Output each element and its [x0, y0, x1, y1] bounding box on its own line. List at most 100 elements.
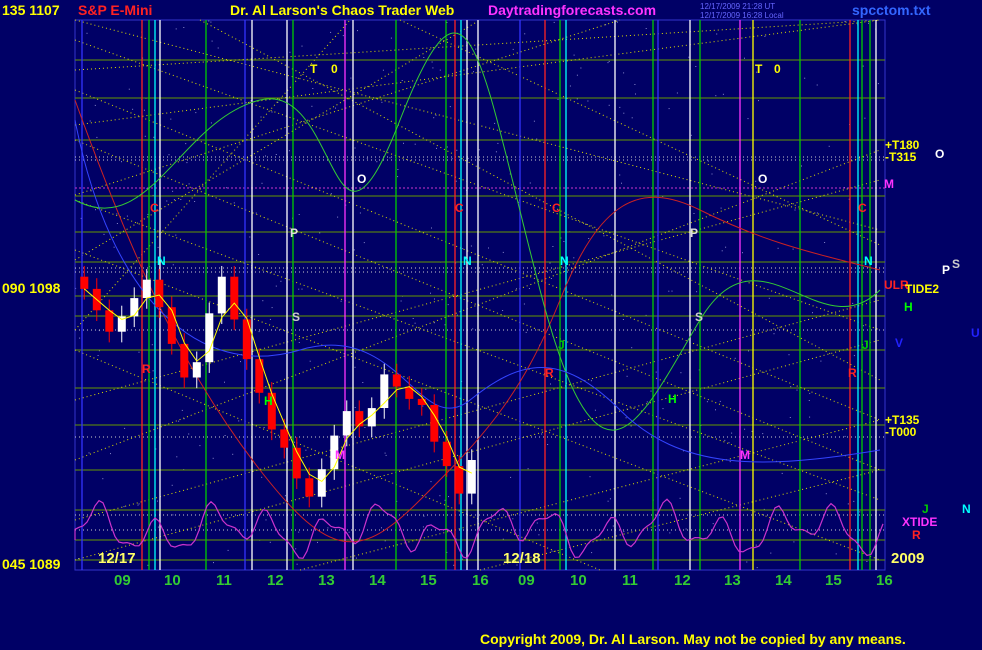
star	[812, 312, 813, 314]
x-tick-label: 11	[622, 572, 638, 589]
star	[280, 280, 282, 282]
star	[340, 300, 342, 302]
star	[563, 241, 565, 242]
star	[622, 319, 624, 320]
star	[275, 285, 277, 287]
timestamp: 12/17/2009 21:28 UT 12/17/2009 16:28 Loc…	[700, 2, 784, 20]
candle-body	[130, 298, 139, 317]
star	[262, 300, 264, 302]
candle-body	[467, 460, 476, 494]
star	[439, 69, 441, 71]
planet-mark: O	[357, 172, 367, 186]
star	[835, 553, 837, 555]
star	[695, 66, 697, 67]
star	[573, 257, 575, 259]
planet-mark: N	[157, 254, 166, 268]
star	[625, 417, 627, 419]
star	[176, 456, 178, 458]
star	[553, 21, 555, 23]
star	[188, 433, 190, 435]
star	[350, 77, 352, 79]
left-price-label: 135 1107	[2, 2, 60, 18]
star	[157, 526, 159, 528]
star	[425, 388, 427, 390]
planet-mark: C	[552, 201, 561, 215]
star	[809, 392, 811, 394]
star	[569, 85, 571, 87]
star	[617, 21, 618, 23]
star	[551, 550, 553, 552]
star	[298, 342, 300, 343]
star	[758, 100, 759, 102]
star	[547, 444, 549, 445]
instrument-label: S&P E-Mini	[78, 2, 153, 18]
star	[824, 242, 826, 243]
star	[719, 400, 721, 402]
star	[777, 247, 779, 249]
star	[157, 246, 159, 248]
star	[646, 401, 648, 403]
star	[497, 142, 499, 144]
star	[423, 57, 425, 58]
planet-mark: R	[142, 362, 151, 376]
star	[128, 88, 130, 90]
star	[288, 150, 290, 152]
star	[724, 439, 726, 441]
star	[490, 517, 492, 519]
star	[298, 531, 300, 533]
star	[549, 262, 551, 264]
star	[676, 92, 678, 94]
star	[132, 108, 134, 110]
star	[707, 160, 709, 162]
x-tick-label: 12	[674, 572, 691, 589]
star	[88, 452, 90, 454]
star	[796, 389, 798, 391]
star	[195, 112, 197, 114]
star	[773, 333, 775, 335]
star	[172, 514, 174, 516]
star	[742, 252, 743, 254]
star	[467, 157, 469, 159]
date-label-1: 12/17	[98, 550, 136, 567]
planet-mark: S	[292, 310, 301, 324]
star	[116, 223, 118, 224]
star	[536, 522, 538, 524]
x-tick-label: 13	[318, 572, 335, 589]
star	[862, 325, 864, 327]
timestamp-local: 12/17/2009 16:28 Local	[700, 11, 784, 20]
star	[422, 405, 424, 407]
planet-mark: J	[922, 502, 929, 516]
planet-mark: N	[864, 254, 873, 268]
star	[866, 561, 868, 562]
star	[446, 146, 448, 148]
candle-body	[80, 276, 89, 289]
star	[364, 427, 366, 428]
star	[448, 496, 449, 498]
star	[716, 33, 718, 35]
candle-body	[205, 313, 214, 363]
star	[330, 31, 332, 33]
y-label-bottom: 045 1089	[2, 556, 61, 572]
star	[260, 116, 262, 118]
star	[212, 457, 214, 459]
star	[185, 143, 187, 145]
x-tick-label: 16	[876, 572, 893, 589]
planet-mark: J	[862, 338, 869, 352]
star	[376, 161, 378, 163]
star	[173, 199, 175, 201]
star	[541, 433, 543, 435]
star	[317, 541, 318, 543]
copyright: Copyright 2009, Dr. Al Larson. May not b…	[480, 631, 906, 647]
star	[603, 235, 605, 237]
star	[788, 354, 790, 356]
star	[238, 420, 240, 422]
planet-mark: C	[858, 201, 867, 215]
star	[423, 515, 425, 517]
star	[671, 290, 673, 292]
star	[524, 33, 526, 35]
star	[258, 331, 260, 333]
star	[587, 100, 589, 102]
star	[301, 45, 303, 47]
x-tick-label: 09	[114, 572, 131, 589]
star	[175, 28, 177, 30]
